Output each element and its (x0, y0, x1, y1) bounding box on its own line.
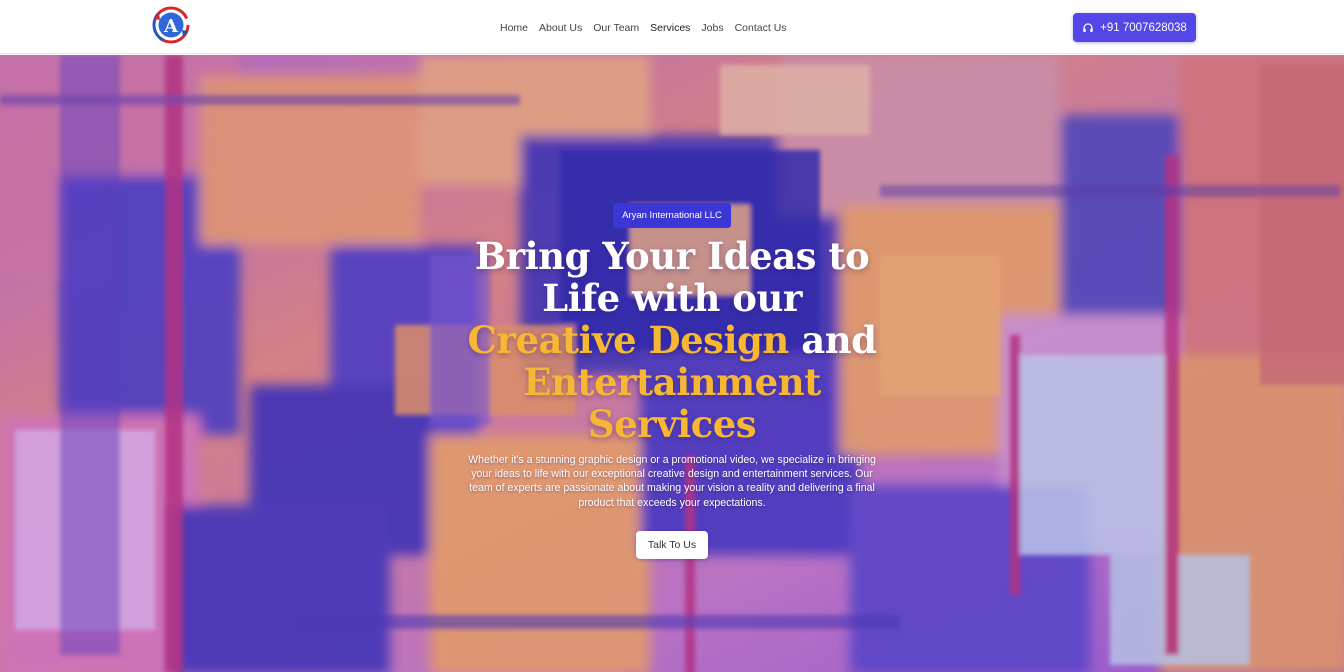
headline-and: and (801, 318, 877, 362)
company-badge: Aryan International LLC (613, 203, 731, 228)
hero-headline: Bring Your Ideas to Life with our Creati… (432, 235, 912, 445)
headline-highlight-creative-design: Creative Design (467, 318, 790, 362)
headline-line1: Bring Your Ideas to (474, 234, 870, 278)
company-logo[interactable]: A (150, 3, 192, 47)
main-nav: Home About Us Our Team Services Jobs Con… (500, 20, 787, 36)
nav-about-us[interactable]: About Us (539, 20, 582, 36)
navbar: A Home About Us Our Team Services Jobs C… (0, 0, 1344, 54)
nav-our-team[interactable]: Our Team (593, 20, 639, 36)
headline-line2: Life with our (542, 276, 802, 320)
phone-number: +91 7007628038 (1100, 21, 1187, 34)
nav-contact-us[interactable]: Contact Us (735, 20, 787, 36)
svg-text:A: A (163, 16, 179, 37)
phone-button[interactable]: +91 7007628038 (1073, 13, 1196, 42)
nav-jobs[interactable]: Jobs (701, 20, 723, 36)
headline-highlight-services: Services (587, 402, 757, 446)
talk-to-us-button[interactable]: Talk To Us (636, 531, 708, 559)
headline-highlight-entertainment: Entertainment (523, 360, 821, 404)
nav-home[interactable]: Home (500, 20, 528, 36)
headset-icon (1083, 22, 1093, 32)
hero-section: Aryan International LLC Bring Your Ideas… (0, 55, 1344, 672)
hero-description: Whether it's a stunning graphic design o… (468, 454, 876, 509)
nav-services[interactable]: Services (650, 20, 690, 36)
logo-icon: A (152, 6, 190, 44)
